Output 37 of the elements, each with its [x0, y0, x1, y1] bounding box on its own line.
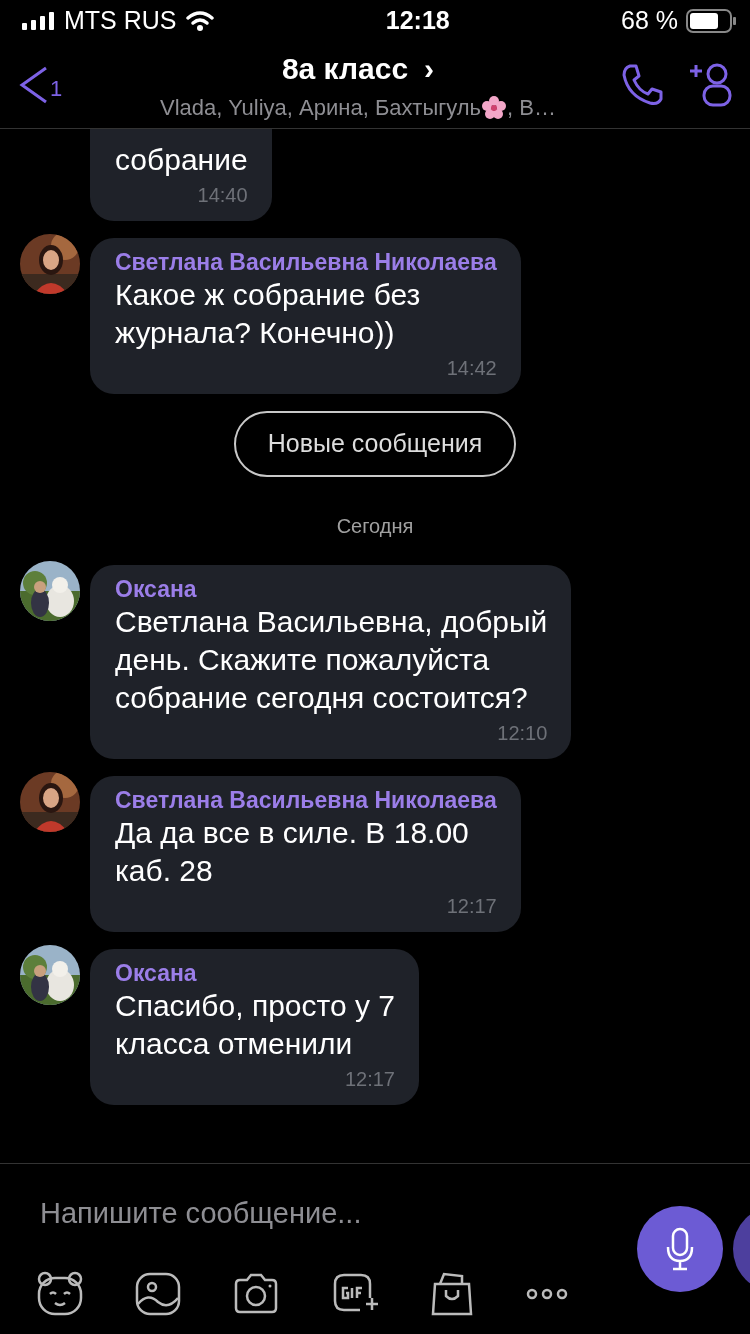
members-list: Vlada, Yuliya, Арина, Бахтыгуль — [160, 91, 482, 124]
sender-name: Оксана — [115, 574, 198, 603]
status-time: 12:18 — [384, 5, 451, 37]
add-person-icon — [688, 62, 734, 108]
call-button[interactable] — [620, 63, 664, 107]
message-time: 12:17 — [445, 893, 497, 919]
sender-name: Оксана — [115, 958, 198, 987]
flower-icon — [481, 94, 508, 121]
chat-title[interactable]: 8а класс — [281, 46, 409, 91]
message-text: Какое ж собрание без журнала? Конечно)) — [115, 277, 422, 351]
message-time: 14:40 — [196, 183, 248, 208]
chevron-icon[interactable]: › — [424, 46, 435, 91]
wifi-icon — [184, 10, 215, 32]
back-button[interactable]: 1 — [16, 65, 96, 105]
unread-count: 1 — [50, 75, 63, 103]
date-label: Сегодня — [336, 513, 414, 539]
message-time: 12:17 — [343, 1066, 395, 1092]
message-input[interactable]: Напишите сообщение... — [40, 1192, 600, 1236]
message-text: Светлана Васильевна, добрый день. Скажите пожалуйста собрание сегодня состоится? — [115, 603, 548, 716]
message-time: 12:10 — [496, 720, 548, 746]
add-participant-button[interactable] — [688, 62, 734, 108]
sender-name: Светлана Васильевна Николаева — [115, 248, 497, 276]
more-button[interactable] — [526, 1287, 568, 1300]
message-text: собрание — [115, 142, 248, 178]
message-time: 14:42 — [445, 356, 497, 381]
microphone-icon — [665, 1227, 695, 1271]
phone-icon — [620, 63, 664, 107]
battery-percent: 68 % — [621, 5, 678, 37]
message-text: Да да все в силе. В 18.00 каб. 28 — [115, 814, 470, 889]
sender-name: Светлана Васильевна Николаева — [115, 785, 497, 814]
signal-icon — [22, 12, 56, 30]
battery-icon — [686, 9, 736, 33]
members-list: , В… — [507, 91, 556, 124]
carrier-name: MTS RUS — [64, 5, 177, 37]
more-dots-icon — [526, 1287, 568, 1300]
message-text: Спасибо, просто у 7 класса отменили — [115, 987, 395, 1062]
new-messages-button[interactable]: Новые сообщения — [233, 411, 517, 477]
